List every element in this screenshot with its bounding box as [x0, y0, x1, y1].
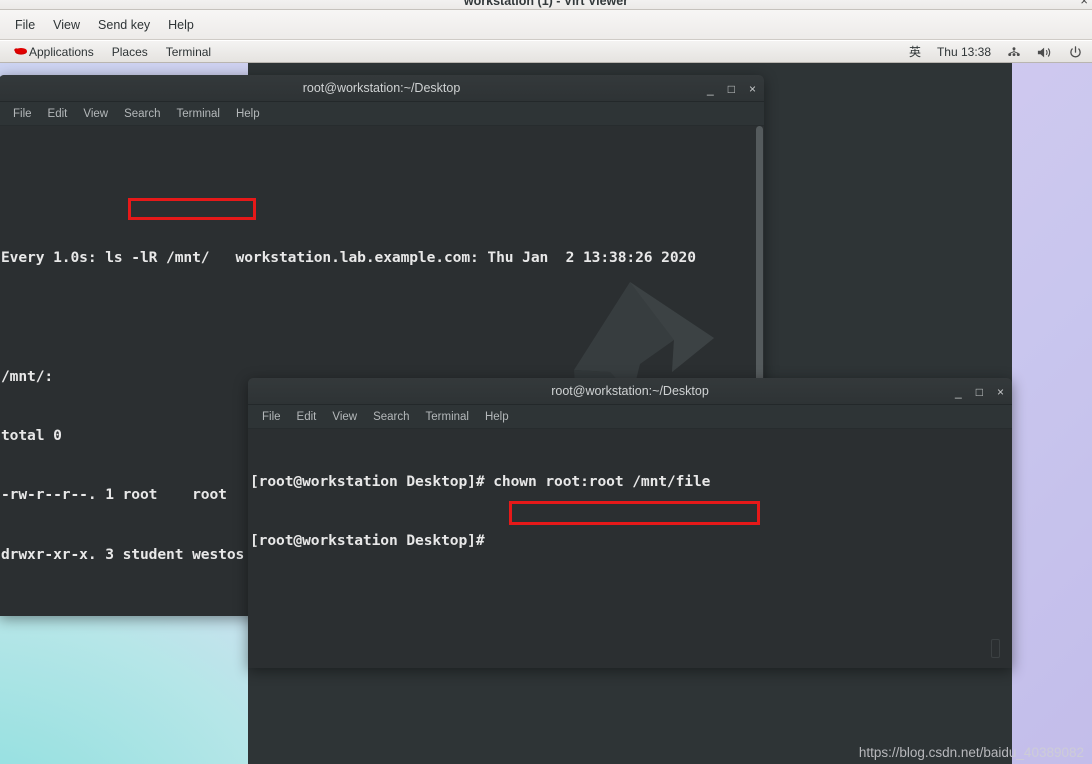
terminal-one-line-1	[1, 307, 764, 327]
terminal-two-output[interactable]: [root@workstation Desktop]# chown root:r…	[248, 429, 1012, 668]
maximize-button[interactable]: □	[728, 83, 735, 95]
panel-places-menu[interactable]: Places	[103, 44, 157, 60]
annotation-box-chown-command	[509, 501, 760, 525]
volume-icon[interactable]	[1031, 43, 1059, 59]
redhat-logo-icon	[13, 45, 28, 57]
terminal-two-titlebar[interactable]: root@workstation:~/Desktop _ □ ×	[248, 378, 1012, 405]
close-icon[interactable]: ×	[1080, 0, 1088, 8]
terminal-menu-terminal[interactable]: Terminal	[169, 106, 228, 122]
terminal-two-line-0: [root@workstation Desktop]# chown root:r…	[250, 472, 711, 490]
terminal-menu-search[interactable]: Search	[365, 409, 417, 425]
scrollbar-thumb[interactable]	[756, 126, 763, 390]
resize-grip[interactable]	[991, 639, 1000, 658]
menu-item-view[interactable]: View	[44, 15, 89, 35]
virt-viewer-menubar: File View Send key Help	[0, 10, 1092, 40]
terminal-menu-terminal[interactable]: Terminal	[418, 409, 477, 425]
panel-terminal-menu[interactable]: Terminal	[157, 44, 220, 60]
close-button[interactable]: ×	[997, 386, 1004, 398]
terminal-menu-file[interactable]: File	[254, 409, 289, 425]
terminal-menu-search[interactable]: Search	[116, 106, 168, 122]
panel-applications-menu[interactable]: Applications	[4, 43, 103, 60]
virt-viewer-title: workstation (1) - Virt Viewer	[463, 0, 629, 8]
virt-viewer-titlebar: workstation (1) - Virt Viewer ×	[0, 0, 1092, 10]
terminal-two-menubar: File Edit View Search Terminal Help	[248, 405, 1012, 429]
terminal-menu-help[interactable]: Help	[477, 409, 517, 425]
minimize-button[interactable]: _	[707, 83, 714, 95]
power-icon[interactable]	[1063, 43, 1088, 59]
panel-applications-label: Applications	[29, 45, 94, 59]
terminal-menu-view[interactable]: View	[75, 106, 116, 122]
virt-viewer-screen: workstation (1) - Virt Viewer × File Vie…	[0, 0, 1092, 764]
terminal-menu-edit[interactable]: Edit	[40, 106, 76, 122]
terminal-two-title: root@workstation:~/Desktop	[551, 384, 709, 398]
minimize-button[interactable]: _	[955, 386, 962, 398]
terminal-menu-help[interactable]: Help	[228, 106, 268, 122]
menu-item-send-key[interactable]: Send key	[89, 15, 159, 35]
gnome-top-panel: Applications Places Terminal 英 Thu 13:38	[0, 41, 1092, 63]
terminal-one-title: root@workstation:~/Desktop	[302, 81, 461, 95]
terminal-two-line-1: [root@workstation Desktop]#	[250, 531, 485, 549]
terminal-menu-edit[interactable]: Edit	[289, 409, 325, 425]
menu-item-file[interactable]: File	[6, 15, 44, 35]
desktop: root@workstation:~/Desktop _ □ × File Ed…	[0, 63, 1092, 764]
maximize-button[interactable]: □	[976, 386, 983, 398]
annotation-box-owner-group	[128, 198, 256, 220]
close-button[interactable]: ×	[749, 83, 756, 95]
csdn-watermark: https://blog.csdn.net/baidu_40389082	[858, 745, 1084, 760]
terminal-one-titlebar[interactable]: root@workstation:~/Desktop _ □ ×	[0, 75, 764, 102]
terminal-one-line-0: Every 1.0s: ls -lR /mnt/ workstation.lab…	[1, 248, 696, 266]
clock[interactable]: Thu 13:38	[931, 44, 997, 60]
input-method-indicator[interactable]: 英	[903, 42, 927, 61]
terminal-one-menubar: File Edit View Search Terminal Help	[0, 102, 764, 126]
network-icon[interactable]	[1001, 44, 1027, 60]
menu-item-help[interactable]: Help	[159, 15, 203, 35]
terminal-window-two[interactable]: root@workstation:~/Desktop _ □ × File Ed…	[248, 378, 1012, 668]
terminal-menu-view[interactable]: View	[324, 409, 365, 425]
terminal-menu-file[interactable]: File	[5, 106, 40, 122]
